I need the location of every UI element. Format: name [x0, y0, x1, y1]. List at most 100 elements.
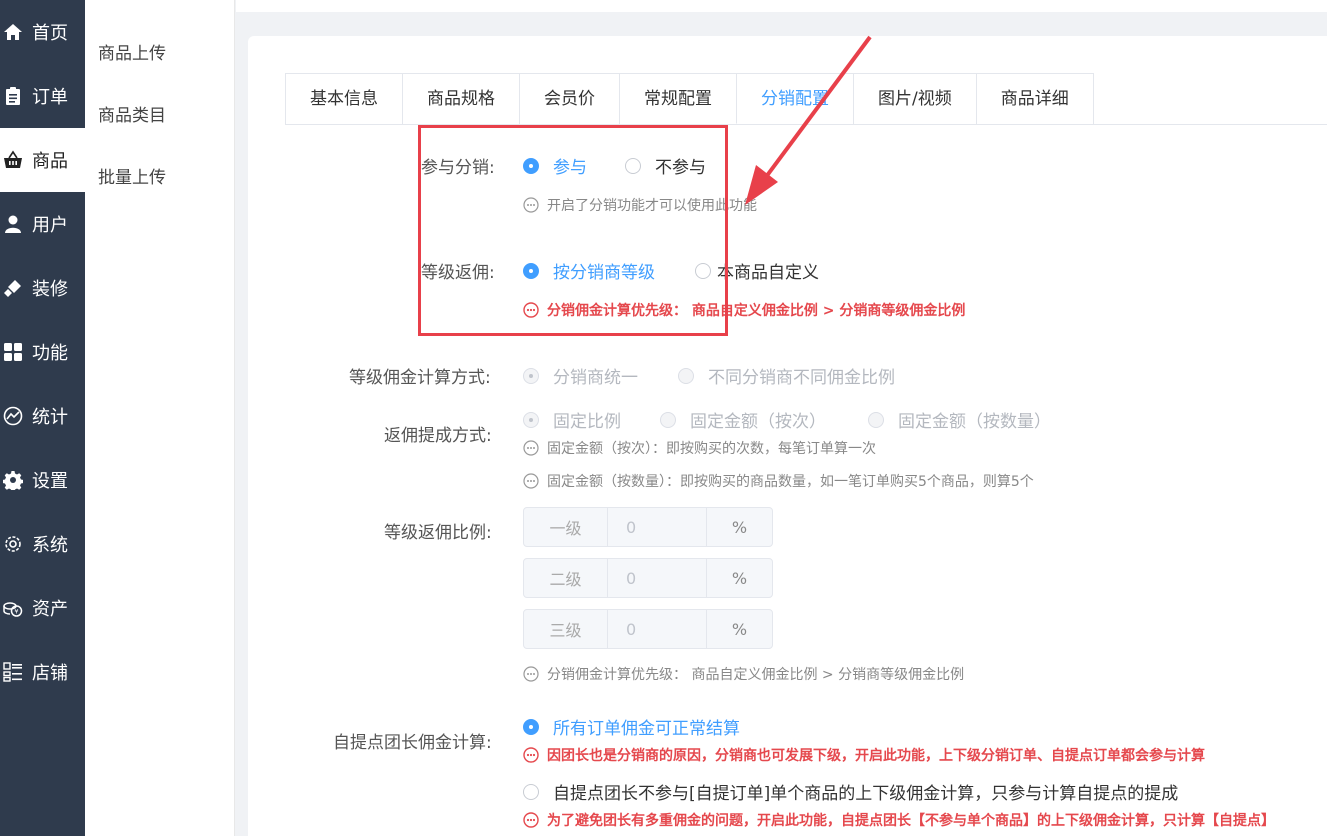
- ellipsis-circle-icon: [523, 812, 539, 828]
- radio-dot: [523, 367, 539, 384]
- brush-icon: [2, 277, 24, 299]
- tab-images-video[interactable]: 图片/视频: [853, 73, 976, 124]
- pickup-exclude-radio[interactable]: 自提点团长不参与[自提订单]单个商品的上下级佣金计算，只参与计算自提点的提成: [523, 779, 1178, 804]
- ellipsis-circle-icon: [523, 302, 539, 318]
- radio-dot: [678, 367, 694, 384]
- pickup-commission-label: 自提点团长佣金计算:: [333, 733, 492, 753]
- radio-dot: [868, 411, 884, 428]
- sidebar-item-assets[interactable]: ¥ 资产: [0, 576, 85, 640]
- ellipsis-circle-icon: [523, 747, 539, 763]
- rebate-fixed-per-order-radio[interactable]: 固定金额（按次）: [660, 407, 826, 432]
- radio-dot: [523, 411, 539, 428]
- pickup-exclude-hint: 为了避免团长有多重佣金的问题，开启此功能，自提点团长【不参与单个商品】的上下级佣…: [523, 810, 1275, 830]
- submenu-item-batch-upload[interactable]: 批量上传: [85, 147, 234, 209]
- participate-yes-radio[interactable]: 参与: [523, 153, 587, 178]
- ratio-label: 等级返佣比例:: [384, 523, 492, 543]
- sidebar-item-system[interactable]: 系统: [0, 512, 85, 576]
- tab-basic-info[interactable]: 基本信息: [285, 73, 402, 124]
- ratio-prefix: 一级: [524, 508, 608, 546]
- rebate-per-order-hint: 固定金额（按次）：即按购买的次数，每笔订单算一次: [523, 438, 876, 458]
- sidebar-item-label: 功能: [32, 343, 68, 364]
- level-rebate-priority-hint: 分销佣金计算优先级： 商品自定义佣金比例 > 分销商等级佣金比例: [523, 300, 965, 320]
- radio-dot: [695, 262, 711, 279]
- submenu-item-upload[interactable]: 商品上传: [85, 23, 234, 85]
- sidebar-item-label: 商品: [32, 151, 68, 172]
- sidebar-item-settings[interactable]: 设置: [0, 448, 85, 512]
- sidebar-item-label: 店铺: [32, 663, 68, 684]
- user-icon: [2, 213, 24, 235]
- sidebar-item-users[interactable]: 用户: [0, 192, 85, 256]
- pickup-normal-hint: 因团长也是分销商的原因，分销商也可发展下级，开启此功能，上下级分销订单、自提点订…: [523, 745, 1205, 765]
- radio-dot: [523, 262, 539, 279]
- ratio-prefix: 三级: [524, 610, 608, 648]
- participate-hint: 开启了分销功能才可以使用此功能: [523, 195, 757, 215]
- calc-unified-radio[interactable]: 分销商统一: [523, 363, 638, 388]
- radio-dot: [523, 783, 539, 800]
- participate-label: 参与分销:: [421, 158, 495, 178]
- rebate-fixed-per-quantity-radio[interactable]: 固定金额（按数量）: [868, 407, 1051, 432]
- product-submenu: 商品上传 商品类目 批量上传: [85, 0, 235, 836]
- tab-product-detail[interactable]: 商品详细: [975, 73, 1094, 124]
- rebate-per-quantity-hint: 固定金额（按数量）：即按购买的商品数量，如一笔订单购买5个商品，则算5个: [523, 471, 1034, 491]
- rebate-custom-radio[interactable]: 本商品自定义: [695, 258, 819, 283]
- sidebar-item-label: 订单: [32, 87, 68, 108]
- cog-outline-icon: [2, 533, 24, 555]
- sidebar-item-label: 装修: [32, 279, 68, 300]
- coins-icon: ¥: [2, 597, 24, 619]
- ratio-priority-hint: 分销佣金计算优先级： 商品自定义佣金比例 > 分销商等级佣金比例: [523, 664, 964, 684]
- sidebar-item-label: 资产: [32, 599, 68, 620]
- gear-icon: [2, 469, 24, 491]
- rebate-by-level-radio[interactable]: 按分销商等级: [523, 258, 655, 283]
- chart-icon: [2, 405, 24, 427]
- tab-member-price[interactable]: 会员价: [519, 73, 619, 124]
- pickup-normal-settle-radio[interactable]: 所有订单佣金可正常结算: [523, 714, 740, 739]
- ellipsis-circle-icon: [523, 440, 539, 456]
- level-1-ratio-input[interactable]: 一级 0 %: [523, 507, 773, 547]
- calc-mode-label: 等级佣金计算方式:: [349, 368, 491, 388]
- level-rebate-label: 等级返佣:: [421, 263, 495, 283]
- sidebar-item-label: 用户: [32, 215, 68, 236]
- ratio-suffix: %: [706, 559, 772, 597]
- main-sidebar: 首页 订单 商品 用户 装修 功能 统计 设置 系统 ¥ 资产 店铺: [0, 0, 85, 836]
- participate-no-radio[interactable]: 不参与: [625, 153, 706, 178]
- sidebar-item-label: 设置: [32, 471, 68, 492]
- rebate-fixed-ratio-radio[interactable]: 固定比例: [523, 407, 621, 432]
- ratio-value[interactable]: 0: [608, 559, 706, 597]
- product-tabs: 基本信息 商品规格 会员价 常规配置 分销配置 图片/视频 商品详细: [285, 73, 1327, 125]
- radio-dot: [523, 157, 539, 174]
- sidebar-item-products[interactable]: 商品: [0, 128, 85, 192]
- grid-icon: [2, 341, 24, 363]
- sidebar-item-stats[interactable]: 统计: [0, 384, 85, 448]
- radio-dot: [660, 411, 676, 428]
- home-icon: [2, 21, 24, 43]
- sidebar-item-home[interactable]: 首页: [0, 0, 85, 64]
- ellipsis-circle-icon: [523, 666, 539, 682]
- sidebar-item-orders[interactable]: 订单: [0, 64, 85, 128]
- clipboard-icon: [2, 85, 24, 107]
- sidebar-item-label: 统计: [32, 407, 68, 428]
- ratio-suffix: %: [706, 508, 772, 546]
- tab-specs[interactable]: 商品规格: [402, 73, 519, 124]
- sidebar-item-features[interactable]: 功能: [0, 320, 85, 384]
- top-tab-bar: [236, 0, 1327, 12]
- level-2-ratio-input[interactable]: 二级 0 %: [523, 558, 773, 598]
- shopping-basket-icon: [2, 149, 24, 171]
- ratio-value[interactable]: 0: [608, 508, 706, 546]
- ellipsis-circle-icon: [523, 473, 539, 489]
- submenu-item-category[interactable]: 商品类目: [85, 85, 234, 147]
- store-list-icon: [2, 661, 24, 683]
- radio-dot: [625, 157, 641, 174]
- sidebar-item-store[interactable]: 店铺: [0, 640, 85, 704]
- ratio-value[interactable]: 0: [608, 610, 706, 648]
- sidebar-item-decoration[interactable]: 装修: [0, 256, 85, 320]
- ratio-suffix: %: [706, 610, 772, 648]
- sidebar-item-label: 首页: [32, 23, 68, 44]
- tab-general-config[interactable]: 常规配置: [619, 73, 736, 124]
- ellipsis-circle-icon: [523, 197, 539, 213]
- svg-text:¥: ¥: [14, 608, 18, 616]
- tab-distribution-config[interactable]: 分销配置: [736, 73, 853, 124]
- rebate-mode-label: 返佣提成方式:: [384, 426, 492, 446]
- radio-dot: [523, 718, 539, 735]
- calc-per-distributor-radio[interactable]: 不同分销商不同佣金比例: [678, 363, 895, 388]
- level-3-ratio-input[interactable]: 三级 0 %: [523, 609, 773, 649]
